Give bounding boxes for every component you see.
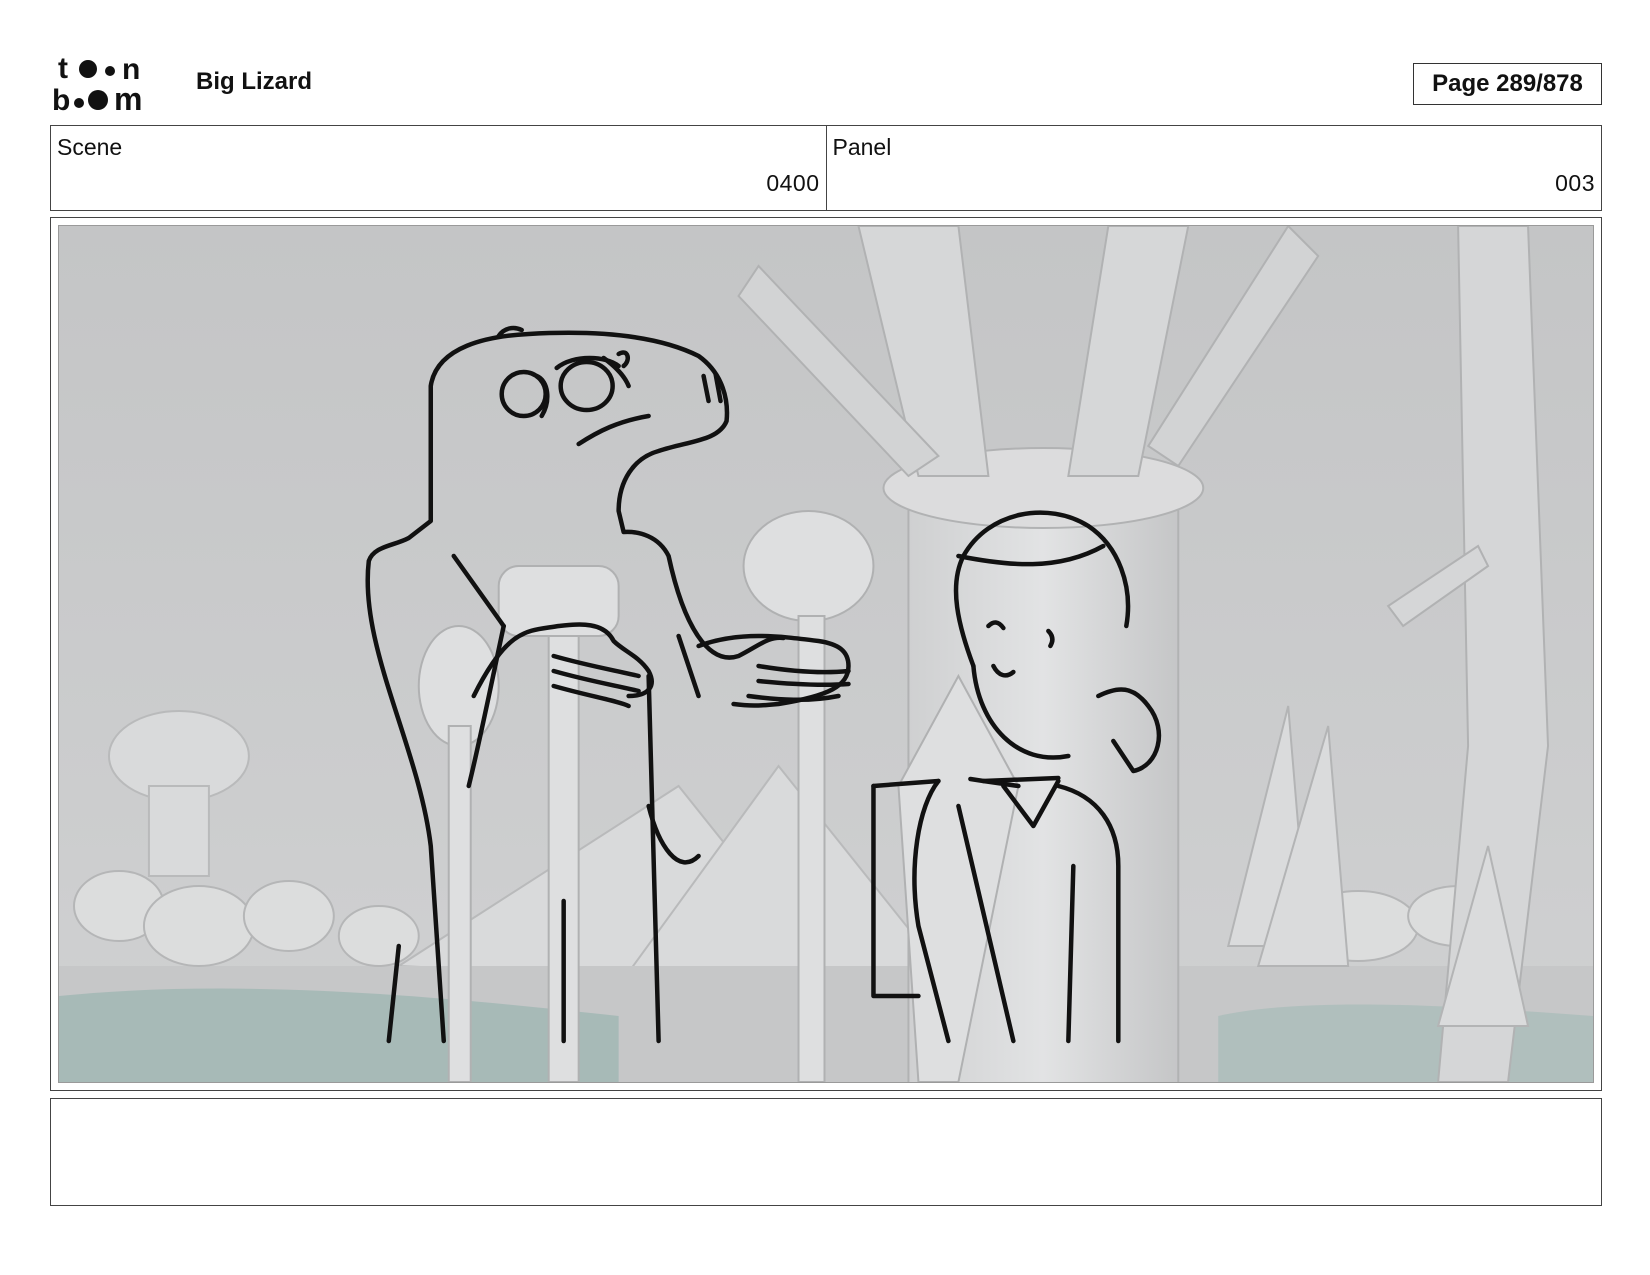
panel-cell: Panel 003 — [825, 126, 1602, 210]
panel-artwork — [58, 225, 1594, 1083]
scene-cell: Scene 0400 — [51, 126, 826, 210]
panel-drawing — [59, 226, 1593, 1082]
panel-label: Panel — [832, 134, 892, 160]
water-right — [1218, 1004, 1593, 1082]
panel-notes-box — [50, 1098, 1602, 1206]
storyboard-panel — [50, 217, 1602, 1091]
scene-label: Scene — [57, 134, 123, 160]
panel-number: 003 — [1555, 170, 1595, 196]
svg-text:t: t — [58, 52, 68, 85]
toon-boom-logo: t n b m — [52, 52, 170, 117]
scene-panel-info: Scene 0400 Panel 003 — [50, 125, 1602, 211]
svg-text:b: b — [52, 84, 70, 114]
svg-text:m: m — [114, 81, 142, 114]
project-title: Big Lizard — [196, 68, 313, 95]
page-counter: Page 289/878 — [1413, 63, 1602, 105]
scene-number: 0400 — [766, 170, 820, 196]
